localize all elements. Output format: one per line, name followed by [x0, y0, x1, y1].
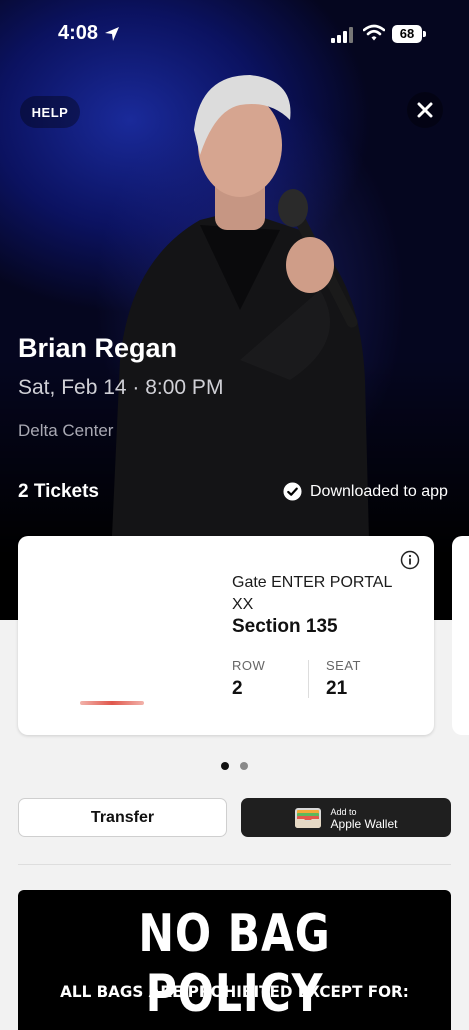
- ticket-section: Section 135: [232, 616, 338, 637]
- pager-dot-active[interactable]: [221, 762, 229, 770]
- next-ticket-card[interactable]: [452, 536, 469, 735]
- close-button[interactable]: [407, 92, 443, 128]
- wallet-icon: [294, 807, 321, 828]
- location-arrow-icon: [105, 27, 119, 41]
- policy-title: NO BAG POLICY: [138, 904, 331, 1024]
- check-circle-icon: [283, 482, 302, 501]
- close-icon: [417, 102, 433, 118]
- status-bar: 4:08 68: [0, 0, 469, 68]
- section-divider: [18, 864, 451, 865]
- event-hero-image: [0, 0, 469, 620]
- info-icon[interactable]: [400, 550, 420, 570]
- event-date: Sat, Feb 14 · 8:00 PM: [18, 376, 224, 399]
- wallet-text: Add to Apple Wallet: [331, 806, 398, 830]
- row-value: 2: [232, 678, 243, 699]
- pager-dot[interactable]: [240, 762, 248, 770]
- download-status: Downloaded to app: [283, 482, 448, 501]
- seat-value: 21: [326, 678, 348, 699]
- ticket-count: 2 Tickets: [18, 481, 99, 502]
- barcode-loading-bar: [80, 701, 144, 705]
- help-button[interactable]: HELP: [20, 96, 80, 128]
- download-status-label: Downloaded to app: [310, 482, 448, 500]
- battery-level: 68: [392, 25, 422, 43]
- transfer-button[interactable]: Transfer: [18, 798, 227, 837]
- bag-policy-banner: NO BAG POLICY ALL BAGS ARE PROHIBITED EX…: [18, 890, 451, 1030]
- performer-silhouette: [110, 75, 370, 580]
- seat-label: SEAT: [326, 658, 361, 673]
- row-label: ROW: [232, 658, 266, 673]
- policy-subtitle: ALL BAGS ARE PROHIBITED EXCEPT FOR:: [60, 982, 409, 1001]
- wifi-icon: [363, 24, 385, 41]
- row-seat-divider: [308, 660, 309, 698]
- status-time: 4:08: [58, 22, 99, 44]
- ticket-gate: Gate ENTER PORTAL XX: [232, 574, 392, 613]
- event-venue: Delta Center: [18, 421, 114, 440]
- wallet-big-label: Apple Wallet: [330, 816, 398, 831]
- wallet-small-label: Add to: [330, 806, 357, 817]
- event-title: Brian Regan: [18, 333, 178, 363]
- ticket-card[interactable]: Gate ENTER PORTAL XX Section 135 ROW 2 S…: [18, 536, 434, 735]
- add-to-apple-wallet-button[interactable]: Add to Apple Wallet: [241, 798, 451, 837]
- battery-cap: [423, 31, 426, 37]
- cellular-signal-icon: [331, 27, 353, 43]
